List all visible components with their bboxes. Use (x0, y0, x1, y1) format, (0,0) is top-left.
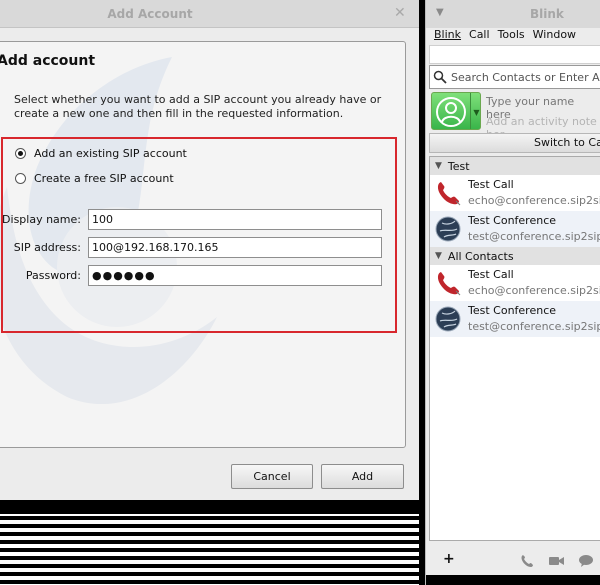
dialog-window-title: Add Account (107, 7, 193, 21)
contact-name: Test Conference (468, 304, 557, 317)
window-bottom-edge (426, 575, 600, 585)
password-label: Password: (25, 269, 81, 282)
menu-call[interactable]: Call (469, 28, 490, 44)
collapse-icon[interactable]: ▼ (435, 161, 442, 171)
radio-button-selected[interactable] (15, 147, 26, 159)
blink-menubar: Blink Call Tools Window (426, 28, 600, 44)
add-button[interactable]: Add (321, 464, 404, 489)
contact-name: Test Conference (468, 214, 557, 227)
menu-blink[interactable]: Blink (434, 28, 461, 44)
phone-icon (437, 182, 461, 206)
window-menu-icon[interactable]: ▼ (436, 7, 444, 18)
radio-create-label: Create a free SIP account (34, 171, 174, 185)
search-input[interactable]: Search Contacts or Enter Add (451, 71, 600, 84)
group-name: Test (447, 159, 470, 173)
avatar[interactable]: ▼ (431, 92, 481, 130)
globe-icon (435, 306, 461, 332)
radio-existing-account[interactable]: Add an existing SIP account (15, 145, 187, 161)
list-item[interactable]: Test Conference test@conference.sip2sip.… (430, 301, 600, 337)
video-icon[interactable] (549, 555, 565, 567)
radio-button-unselected[interactable] (15, 172, 26, 184)
chevron-down-icon[interactable]: ▼ (470, 93, 480, 129)
contact-name: Test Call (468, 178, 514, 191)
sip-address-label: SIP address: (13, 241, 81, 254)
radio-create-account[interactable]: Create a free SIP account (15, 170, 174, 186)
display-name-label: Display name: (2, 213, 81, 226)
collapse-icon[interactable]: ▼ (435, 251, 442, 261)
close-icon[interactable]: ✕ (394, 5, 406, 21)
chat-icon[interactable] (578, 554, 594, 568)
account-selector[interactable] (429, 45, 600, 64)
add-account-panel: Add account Select whether you want to a… (0, 41, 406, 448)
blink-window-title: Blink (530, 7, 564, 21)
contact-uri: echo@conference.sip2sip (468, 284, 600, 297)
sip-address-field[interactable] (88, 237, 382, 258)
add-contact-button[interactable]: + (443, 551, 455, 567)
blink-window: ▼ Blink Blink Call Tools Window Search C… (425, 0, 600, 585)
dialog-titlebar[interactable]: Add Account ✕ (0, 0, 419, 28)
account-form-highlight (1, 137, 397, 333)
display-name-field[interactable] (88, 209, 382, 230)
group-header-all-contacts[interactable]: ▼ All Contacts (430, 247, 600, 265)
phone-icon (437, 272, 461, 296)
window-backdrop-stripes (0, 500, 419, 585)
menu-tools[interactable]: Tools (498, 28, 525, 44)
bottom-toolbar: + (426, 545, 600, 575)
search-icon (433, 70, 447, 84)
list-item[interactable]: Test Conference test@conference.sip2sip.… (430, 211, 600, 247)
blink-titlebar[interactable]: ▼ Blink (426, 0, 600, 28)
menu-window[interactable]: Window (533, 28, 576, 44)
cancel-button[interactable]: Cancel (231, 464, 313, 489)
group-header-test[interactable]: ▼ Test (430, 157, 600, 175)
globe-icon (435, 216, 461, 242)
dialog-body: Add account Select whether you want to a… (0, 28, 419, 500)
radio-existing-label: Add an existing SIP account (34, 146, 187, 160)
contact-uri: test@conference.sip2sip.i (468, 230, 600, 243)
contact-name: Test Call (468, 268, 514, 281)
dialog-heading: Add account (0, 53, 96, 69)
group-name: All Contacts (447, 249, 514, 263)
search-box[interactable]: Search Contacts or Enter Add (429, 65, 600, 89)
contact-uri: echo@conference.sip2sip (468, 194, 600, 207)
switch-to-call-button[interactable]: Switch to Call (429, 133, 600, 153)
call-icon[interactable] (520, 554, 534, 568)
add-account-dialog: Add Account ✕ Add account Select whether… (0, 0, 419, 585)
password-field[interactable] (88, 265, 382, 286)
contact-uri: test@conference.sip2sip.i (468, 320, 600, 333)
list-item[interactable]: Test Call echo@conference.sip2sip (430, 265, 600, 301)
list-item[interactable]: Test Call echo@conference.sip2sip (430, 175, 600, 211)
contact-list: ▼ Test Test Call echo@conference.sip2sip… (429, 156, 600, 541)
dialog-description: Select whether you want to add a SIP acc… (14, 93, 382, 120)
user-avatar-icon (436, 97, 466, 127)
